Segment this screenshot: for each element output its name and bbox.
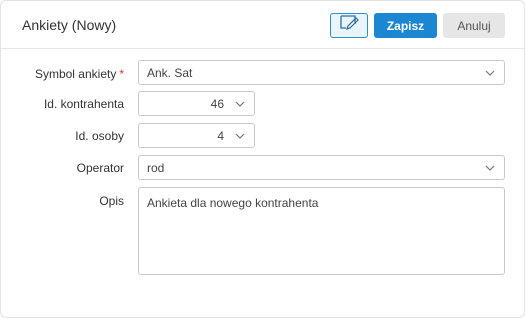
osoba-input[interactable]: 4 (138, 123, 255, 148)
symbol-select[interactable]: Ank. Sat (138, 60, 505, 85)
osoba-label: Id. osoby (75, 129, 124, 143)
symbol-label: Symbol ankiety (34, 67, 117, 81)
edit-note-icon (339, 14, 359, 37)
dialog: Ankiety (Nowy) Zapisz Anuluj Symbol anki… (0, 0, 525, 318)
edit-note-button[interactable] (330, 13, 368, 38)
opis-textarea[interactable]: Ankieta dla nowego kontrahenta (138, 187, 505, 275)
required-mark: * (119, 67, 124, 81)
kontrahent-label: Id. kontrahenta (43, 97, 124, 111)
opis-label: Opis (99, 194, 124, 208)
page-title: Ankiety (Nowy) (22, 17, 117, 33)
kontrahent-value: 46 (210, 96, 224, 111)
chevron-down-icon (484, 67, 496, 79)
osoba-value: 4 (217, 128, 224, 143)
chevron-down-icon[interactable] (234, 98, 246, 110)
operator-label: Operator (76, 161, 124, 175)
symbol-label-row: Symbol ankiety * (35, 67, 124, 81)
kontrahent-input[interactable]: 46 (138, 91, 255, 116)
cancel-button[interactable]: Anuluj (443, 13, 505, 38)
chevron-down-icon[interactable] (234, 130, 246, 142)
operator-value: rod (147, 160, 165, 175)
save-button[interactable]: Zapisz (374, 13, 437, 38)
dialog-header: Ankiety (Nowy) Zapisz Anuluj (1, 1, 524, 49)
operator-select[interactable]: rod (138, 155, 505, 180)
chevron-down-icon (484, 162, 496, 174)
symbol-value: Ank. Sat (147, 65, 193, 80)
